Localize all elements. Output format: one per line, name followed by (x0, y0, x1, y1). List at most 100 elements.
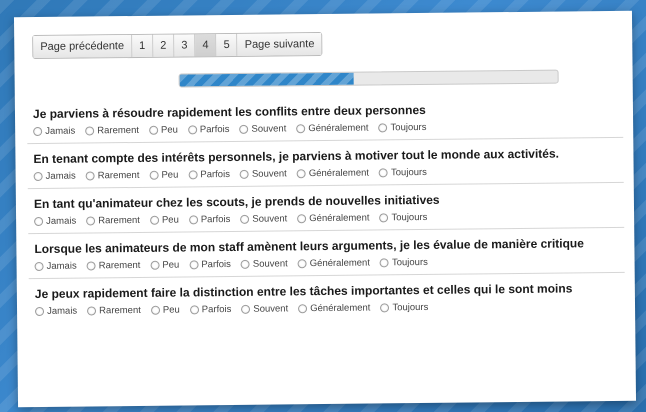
answer-option[interactable]: Généralement (297, 212, 370, 225)
option-label: Généralement (308, 122, 369, 135)
question-item: En tenant compte des intérêts personnels… (27, 136, 624, 189)
answer-option[interactable]: Jamais (33, 126, 75, 137)
radio-button[interactable] (34, 261, 44, 272)
radio-button[interactable] (188, 170, 198, 180)
answer-option[interactable]: Souvent (241, 303, 288, 315)
radio-button[interactable] (379, 258, 389, 268)
radio-button[interactable] (380, 303, 390, 313)
answer-option[interactable]: Toujours (378, 122, 427, 134)
question-text: En tant qu'animateur chez les scouts, je… (33, 192, 440, 212)
radio-button[interactable] (240, 259, 250, 269)
answer-option[interactable]: Souvent (240, 258, 288, 270)
answer-option[interactable]: Parfois (188, 169, 230, 180)
option-label: Toujours (391, 211, 428, 224)
previous-page-button[interactable]: Page précédente (33, 35, 133, 59)
radio-button[interactable] (150, 260, 160, 270)
radio-button[interactable] (33, 171, 43, 182)
pagination: Page précédente 1 2 3 4 5 Page suivante (32, 32, 323, 60)
answer-option[interactable]: Peu (149, 215, 179, 226)
option-label: Souvent (252, 213, 288, 225)
answer-option[interactable]: Rarement (87, 305, 141, 317)
radio-button[interactable] (188, 215, 198, 225)
radio-button[interactable] (378, 168, 389, 178)
radio-button[interactable] (150, 305, 160, 315)
radio-button[interactable] (85, 171, 95, 181)
option-label: Rarement (97, 169, 140, 182)
answer-option[interactable]: Peu (150, 304, 180, 316)
answer-option[interactable]: Souvent (240, 213, 288, 225)
option-label: Jamais (46, 215, 77, 227)
option-label: Généralement (309, 257, 371, 270)
answer-option[interactable]: Peu (148, 125, 178, 136)
radio-button[interactable] (239, 169, 249, 179)
option-label: Jamais (45, 170, 76, 182)
page-2-button[interactable]: 2 (153, 34, 175, 57)
answer-option[interactable]: Généralement (297, 257, 371, 270)
radio-button[interactable] (189, 260, 199, 270)
page-3-button[interactable]: 3 (174, 34, 196, 57)
radio-button[interactable] (85, 126, 95, 136)
answer-option[interactable]: Toujours (379, 212, 427, 224)
answer-option[interactable]: Généralement (298, 303, 370, 315)
option-label: Toujours (392, 301, 429, 314)
answer-option[interactable]: Rarement (86, 215, 140, 227)
option-label: Généralement (310, 302, 371, 315)
answer-option[interactable]: Parfois (187, 124, 230, 135)
radio-button[interactable] (296, 169, 306, 179)
answer-option[interactable]: Toujours (378, 166, 427, 179)
option-label: Jamais (45, 125, 76, 137)
question-item: Je parviens à résoudre rapidement les co… (27, 93, 623, 143)
answer-option[interactable]: Parfois (188, 213, 231, 226)
radio-button[interactable] (189, 305, 199, 315)
radio-button[interactable] (298, 304, 308, 314)
answer-option[interactable]: Jamais (34, 216, 76, 227)
radio-button[interactable] (87, 306, 97, 316)
radio-button[interactable] (34, 216, 44, 227)
answer-option[interactable]: Jamais (33, 170, 76, 182)
page-5-button[interactable]: 5 (216, 33, 238, 57)
answer-option[interactable]: Souvent (239, 123, 286, 135)
answer-option[interactable]: Rarement (85, 125, 139, 137)
radio-button[interactable] (33, 126, 43, 137)
answer-option[interactable]: Jamais (34, 261, 77, 272)
answer-option[interactable]: Généralement (296, 122, 369, 135)
radio-button[interactable] (241, 304, 251, 314)
answer-option[interactable]: Jamais (35, 306, 77, 317)
page-4-button[interactable]: 4 (195, 34, 217, 57)
answer-option[interactable]: Rarement (85, 169, 140, 182)
radio-button[interactable] (35, 306, 45, 317)
option-label: Généralement (309, 212, 370, 225)
option-label: Toujours (390, 166, 427, 179)
answer-options: Jamais Rarement Peu Parfois Souvent Généralem… (35, 300, 619, 317)
answer-options: Jamais Rarement Peu Parfois Souvent Généralem… (34, 210, 618, 227)
option-label: Rarement (99, 304, 141, 317)
radio-button[interactable] (240, 214, 250, 224)
answer-option[interactable]: Rarement (86, 260, 140, 272)
answer-option[interactable]: Généralement (296, 168, 369, 180)
option-label: Parfois (200, 213, 231, 226)
option-label: Peu (162, 304, 180, 316)
answer-option[interactable]: Parfois (189, 259, 231, 270)
radio-button[interactable] (148, 125, 159, 135)
answer-option[interactable]: Souvent (239, 168, 287, 180)
option-label: Peu (161, 169, 179, 181)
next-page-button[interactable]: Page suivante (237, 33, 322, 56)
radio-button[interactable] (296, 124, 306, 134)
radio-button[interactable] (239, 124, 249, 134)
answer-option[interactable]: Parfois (189, 304, 231, 315)
radio-button[interactable] (86, 216, 96, 226)
answer-option[interactable]: Peu (149, 170, 178, 181)
answer-option[interactable]: Toujours (380, 302, 428, 314)
radio-button[interactable] (187, 125, 197, 135)
radio-button[interactable] (149, 170, 159, 180)
page-1-button[interactable]: 1 (131, 34, 154, 58)
radio-button[interactable] (297, 214, 307, 224)
answer-option[interactable]: Toujours (379, 257, 428, 269)
radio-button[interactable] (378, 123, 388, 133)
radio-button[interactable] (149, 215, 159, 225)
radio-button[interactable] (86, 261, 96, 271)
radio-button[interactable] (379, 213, 389, 223)
answer-option[interactable]: Peu (150, 260, 179, 271)
radio-button[interactable] (297, 259, 307, 269)
option-label: Souvent (252, 258, 288, 270)
